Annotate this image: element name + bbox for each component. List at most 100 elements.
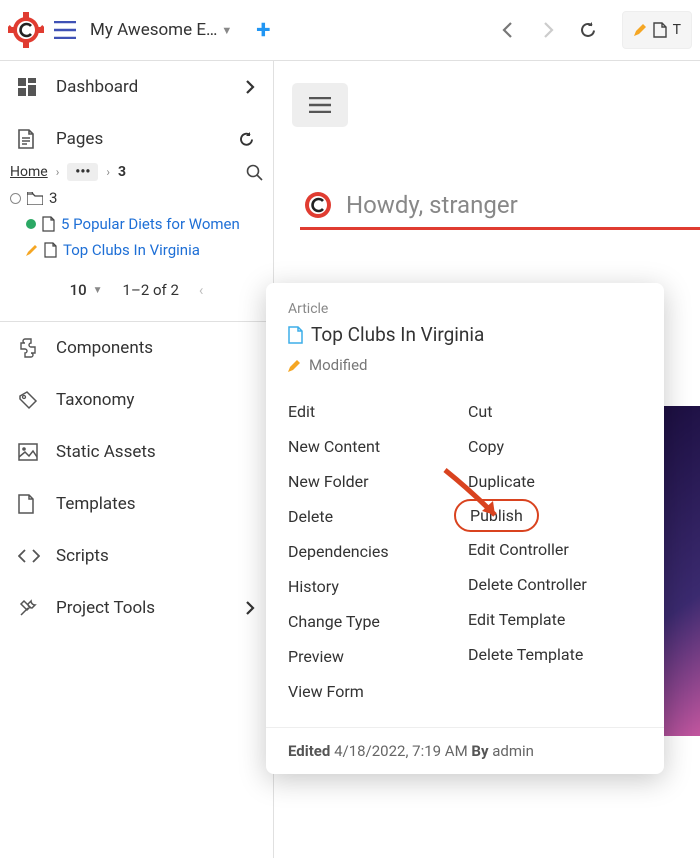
ctx-change-type[interactable]: Change Type <box>288 604 462 639</box>
footer-edited-label: Edited <box>288 742 330 760</box>
footer-date: 4/18/2022, 7:19 AM <box>334 742 468 760</box>
top-bar: My Awesome E… ▼ + T <box>0 0 700 60</box>
context-menu-header: Article Top Clubs In Virginia Modified <box>266 283 664 384</box>
page-range: 1–2 of 2 <box>123 281 179 299</box>
sidebar-label: Taxonomy <box>56 390 134 410</box>
site-selector[interactable]: My Awesome E… ▼ <box>86 20 236 40</box>
sidebar-label: Pages <box>56 129 103 149</box>
sidebar: Dashboard Pages Home › ••• › 3 <box>0 61 274 858</box>
code-icon <box>18 549 40 563</box>
content-type-label: Article <box>288 301 642 317</box>
page-heading: Howdy, stranger <box>300 187 700 223</box>
sidebar-label: Components <box>56 338 153 358</box>
nav-forward-button[interactable] <box>531 13 565 47</box>
new-tab-button[interactable]: + <box>246 15 280 45</box>
nav-back-button[interactable] <box>491 13 525 47</box>
tree-item[interactable]: 5 Popular Diets for Women <box>0 211 273 237</box>
ctx-dependencies[interactable]: Dependencies <box>288 534 462 569</box>
ctx-history[interactable]: History <box>288 569 462 604</box>
dashboard-icon <box>18 78 40 96</box>
ctx-delete[interactable]: Delete <box>288 499 462 534</box>
caret-down-icon: ▼ <box>93 285 103 296</box>
context-menu-footer: Edited 4/18/2022, 7:19 AM By admin <box>266 727 664 774</box>
preview-menu-button[interactable] <box>292 83 348 127</box>
refresh-icon[interactable] <box>238 131 255 148</box>
modified-label: Modified <box>309 356 367 374</box>
sidebar-label: Scripts <box>56 546 109 566</box>
taxonomy-icon <box>18 390 40 410</box>
chevron-right-icon <box>245 601 255 615</box>
menu-toggle-icon[interactable] <box>50 17 80 43</box>
refresh-button[interactable] <box>571 13 606 48</box>
tree-item[interactable]: Top Clubs In Virginia <box>0 237 273 263</box>
ctx-new-content[interactable]: New Content <box>288 429 462 464</box>
ctx-edit[interactable]: Edit <box>288 394 462 429</box>
breadcrumb-home[interactable]: Home <box>10 164 48 180</box>
context-menu: Article Top Clubs In Virginia Modified E… <box>266 283 664 774</box>
heading-underline <box>300 227 700 230</box>
breadcrumb-current: 3 <box>118 164 126 180</box>
footer-user: admin <box>492 742 534 760</box>
sidebar-item-project-tools[interactable]: Project Tools <box>0 582 273 634</box>
pencil-icon <box>26 244 38 256</box>
sidebar-label: Templates <box>56 494 136 514</box>
ctx-edit-controller[interactable]: Edit Controller <box>468 532 642 567</box>
tree-item-label[interactable]: Top Clubs In Virginia <box>63 241 200 259</box>
pencil-icon <box>633 23 647 37</box>
file-icon <box>42 216 55 232</box>
image-icon <box>18 443 40 461</box>
app-logo-gear <box>300 187 336 223</box>
ctx-delete-template[interactable]: Delete Template <box>468 637 642 672</box>
status-live-icon <box>26 219 36 229</box>
ctx-publish[interactable]: Publish <box>454 499 539 532</box>
file-icon <box>44 242 57 258</box>
address-text: T <box>673 22 681 38</box>
sidebar-item-scripts[interactable]: Scripts <box>0 530 273 582</box>
ctx-cut[interactable]: Cut <box>468 394 642 429</box>
page-size-value: 10 <box>70 281 87 299</box>
file-icon <box>653 22 667 38</box>
components-icon <box>18 338 40 358</box>
sidebar-label: Static Assets <box>56 442 156 462</box>
tools-icon <box>18 598 40 618</box>
context-title: Top Clubs In Virginia <box>311 323 484 346</box>
sidebar-item-components[interactable]: Components <box>0 322 273 374</box>
file-icon <box>288 326 303 344</box>
site-name: My Awesome E… <box>90 20 217 40</box>
folder-label: 3 <box>49 189 57 207</box>
tree-item-label[interactable]: 5 Popular Diets for Women <box>61 215 240 233</box>
sidebar-label: Dashboard <box>56 77 138 97</box>
sidebar-item-static-assets[interactable]: Static Assets <box>0 426 273 478</box>
ctx-duplicate[interactable]: Duplicate <box>468 464 642 499</box>
sidebar-item-taxonomy[interactable]: Taxonomy <box>0 374 273 426</box>
search-icon[interactable] <box>246 164 263 181</box>
ctx-view-form[interactable]: View Form <box>288 674 462 709</box>
ctx-preview[interactable]: Preview <box>288 639 462 674</box>
heading-text: Howdy, stranger <box>346 191 518 219</box>
ctx-edit-template[interactable]: Edit Template <box>468 602 642 637</box>
templates-icon <box>18 494 40 514</box>
address-bar[interactable]: T <box>622 11 692 49</box>
page-size-select[interactable]: 10 ▼ <box>70 281 103 299</box>
sidebar-item-pages[interactable]: Pages <box>0 113 273 159</box>
breadcrumb-ellipsis[interactable]: ••• <box>67 163 98 181</box>
chevron-right-icon: › <box>106 165 110 179</box>
status-neutral-icon <box>10 193 21 204</box>
ctx-delete-controller[interactable]: Delete Controller <box>468 567 642 602</box>
pages-icon <box>18 129 40 149</box>
sidebar-item-templates[interactable]: Templates <box>0 478 273 530</box>
app-logo-gear <box>8 12 44 48</box>
breadcrumb: Home › ••• › 3 <box>0 159 273 185</box>
sidebar-label: Project Tools <box>56 598 155 618</box>
footer-by-label: By <box>471 742 488 760</box>
pencil-icon <box>288 359 301 372</box>
ctx-new-folder[interactable]: New Folder <box>288 464 462 499</box>
chevron-right-icon <box>245 80 255 94</box>
chevron-right-icon: › <box>56 165 60 179</box>
context-menu-body: Edit New Content New Folder Delete Depen… <box>266 384 664 727</box>
sidebar-item-dashboard[interactable]: Dashboard <box>0 61 273 113</box>
pager: 10 ▼ 1–2 of 2 ‹ <box>0 263 273 317</box>
ctx-copy[interactable]: Copy <box>468 429 642 464</box>
tree-folder[interactable]: 3 <box>0 185 273 211</box>
page-prev-button[interactable]: ‹ <box>199 281 204 299</box>
